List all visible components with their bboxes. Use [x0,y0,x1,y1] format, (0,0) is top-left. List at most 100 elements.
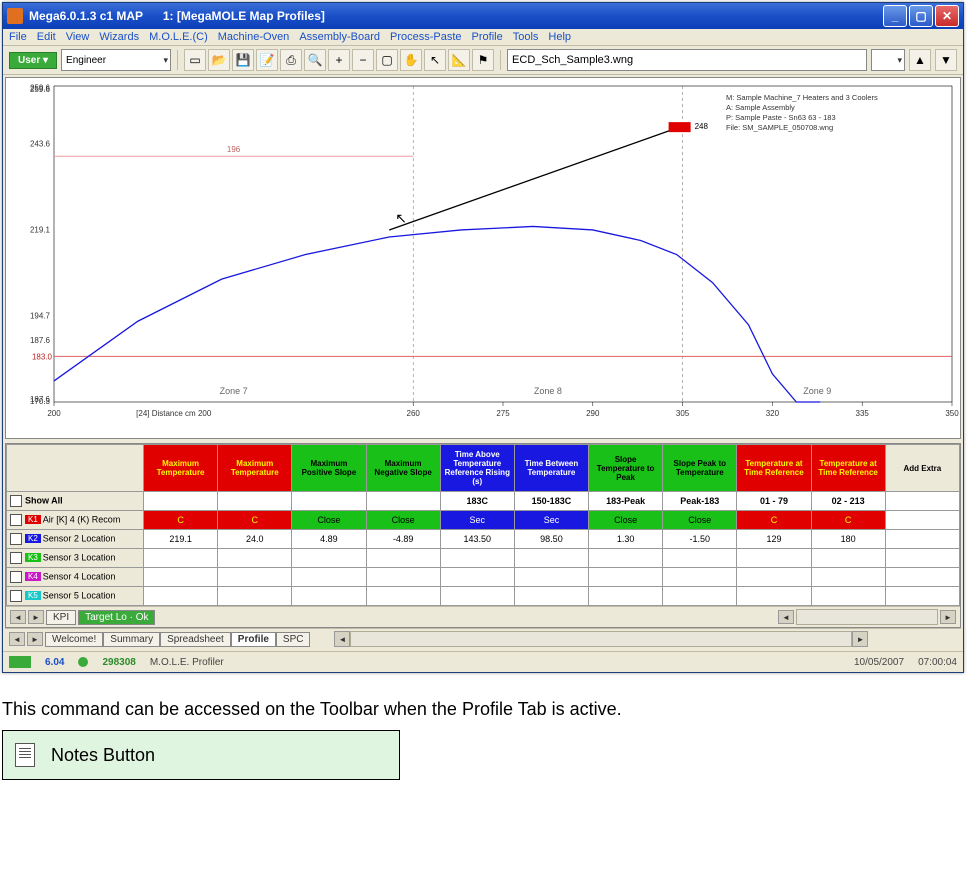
col-header[interactable]: Temperature at Time Reference [811,445,885,492]
data-cell[interactable] [366,587,440,606]
role-select[interactable]: Engineer [61,49,171,71]
data-cell[interactable] [440,568,514,587]
data-cell[interactable] [218,587,292,606]
table-row[interactable]: K2Sensor 2 Location219.124.04.89-4.89143… [7,530,960,549]
col-header[interactable]: Maximum Temperature [144,445,218,492]
scroll-right-button[interactable]: ► [940,610,956,624]
nav-down-button[interactable]: ▼ [935,49,957,71]
data-cell[interactable] [885,549,959,568]
data-cell[interactable] [144,549,218,568]
sheet-tab-prev[interactable]: ◄ [9,632,25,646]
tab-summary[interactable]: Summary [103,632,160,647]
tab-profile[interactable]: Profile [231,632,276,647]
filename-dropdown[interactable] [871,49,905,71]
data-cell[interactable] [589,568,663,587]
data-cell[interactable] [737,549,811,568]
data-cell[interactable]: 98.50 [514,530,588,549]
save-icon[interactable]: 💾 [232,49,254,71]
data-cell[interactable] [514,587,588,606]
menu-file[interactable]: File [9,31,27,43]
data-cell[interactable] [144,587,218,606]
data-cell[interactable] [366,549,440,568]
data-cell[interactable] [737,587,811,606]
mini-tab-next[interactable]: ► [28,610,44,624]
data-cell[interactable] [663,568,737,587]
nav-up-button[interactable]: ▲ [909,49,931,71]
mini-tab-targetlook[interactable]: Target Lo · Ok [78,610,155,625]
data-cell[interactable]: Close [292,511,366,530]
data-cell[interactable]: C [218,511,292,530]
col-header[interactable]: Time Between Temperature [514,445,588,492]
menu-edit[interactable]: Edit [37,31,56,43]
data-cell[interactable] [292,549,366,568]
search-icon[interactable]: 🔍 [304,49,326,71]
table-row[interactable]: K5Sensor 5 Location [7,587,960,606]
row-checkbox[interactable] [10,552,22,564]
data-cell[interactable] [737,568,811,587]
data-cell[interactable]: 1.30 [589,530,663,549]
data-cell[interactable] [663,549,737,568]
menu-profile[interactable]: Profile [472,31,503,43]
menu-wizards[interactable]: Wizards [99,31,139,43]
row-checkbox[interactable] [10,533,22,545]
data-cell[interactable]: C [811,511,885,530]
show-all-row[interactable]: Show All [7,492,144,511]
data-cell[interactable] [811,568,885,587]
title-bar[interactable]: Mega6.0.1.3 c1 MAP 1: [MegaMOLE Map Prof… [3,3,963,29]
user-dropdown[interactable]: User ▾ [9,52,57,69]
maximize-button[interactable]: ▢ [909,5,933,27]
data-cell[interactable]: 143.50 [440,530,514,549]
chart-pane[interactable]: Zone 7Zone 8Zone 9183.0196187.6170.3194.… [5,77,961,439]
menu-help[interactable]: Help [548,31,571,43]
col-header[interactable]: Slope Peak to Temperature [663,445,737,492]
col-header[interactable]: Slope Temperature to Peak [589,445,663,492]
data-cell[interactable] [218,549,292,568]
minimize-button[interactable]: _ [883,5,907,27]
showall-checkbox[interactable] [10,495,22,507]
grid-hscrollbar[interactable] [796,609,938,625]
zoom-in-icon[interactable]: + [328,49,350,71]
data-cell[interactable] [440,587,514,606]
data-cell[interactable]: 129 [737,530,811,549]
tab-welcome[interactable]: Welcome! [45,632,103,647]
col-header[interactable]: Maximum Negative Slope [366,445,440,492]
data-cell[interactable]: Sec [514,511,588,530]
tab-spc[interactable]: SPC [276,632,311,647]
data-cell[interactable] [885,530,959,549]
data-cell[interactable] [366,568,440,587]
menu-molec[interactable]: M.O.L.E.(C) [149,31,208,43]
data-cell[interactable] [885,511,959,530]
data-cell[interactable] [144,568,218,587]
filename-field[interactable]: ECD_Sch_Sample3.wng [507,49,867,71]
table-row[interactable]: K1Air [K] 4 (K) RecomCCCloseCloseSecSecC… [7,511,960,530]
data-cell[interactable] [885,568,959,587]
table-row[interactable]: K4Sensor 4 Location [7,568,960,587]
data-cell[interactable] [885,587,959,606]
data-cell[interactable]: Sec [440,511,514,530]
data-cell[interactable]: C [144,511,218,530]
menu-view[interactable]: View [66,31,90,43]
tab-spreadsheet[interactable]: Spreadsheet [160,632,231,647]
data-cell[interactable] [589,587,663,606]
menu-machineoven[interactable]: Machine-Oven [218,31,290,43]
row-checkbox[interactable] [10,571,22,583]
data-cell[interactable] [811,549,885,568]
note-icon[interactable]: 📝 [256,49,278,71]
data-cell[interactable] [292,587,366,606]
measure-icon[interactable]: 📐 [448,49,470,71]
scroll-right-icon[interactable]: ► [852,631,868,647]
data-grid[interactable]: Maximum TemperatureMaximum TemperatureMa… [6,444,960,606]
cursor-icon[interactable]: ↖ [424,49,446,71]
row-checkbox[interactable] [10,514,22,526]
menu-assemblyboard[interactable]: Assembly-Board [299,31,380,43]
data-cell[interactable] [440,549,514,568]
print-icon[interactable]: ⎙ [280,49,302,71]
data-cell[interactable]: Close [589,511,663,530]
table-row[interactable]: K3Sensor 3 Location [7,549,960,568]
data-cell[interactable]: -4.89 [366,530,440,549]
row-checkbox[interactable] [10,590,22,602]
scroll-left-button[interactable]: ◄ [778,610,794,624]
col-header[interactable]: Time Above Temperature Reference Rising … [440,445,514,492]
sheet-hscroll[interactable]: ◄ ► [334,631,868,647]
new-icon[interactable]: ▭ [184,49,206,71]
